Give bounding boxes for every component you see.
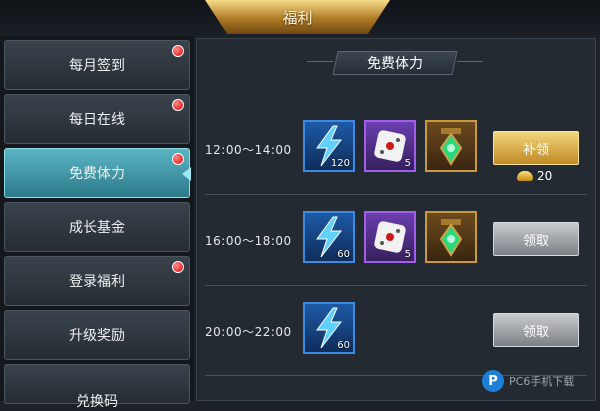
energy-lightning-icon[interactable]: 60 (303, 211, 355, 263)
notification-dot-icon (172, 99, 184, 111)
dice-icon[interactable]: 5 (364, 211, 416, 263)
sidebar-item-monthly-signin[interactable]: 每月签到 (4, 40, 190, 90)
sidebar-item-label: 每月签到 (69, 58, 125, 74)
item-quantity: 5 (404, 158, 411, 169)
reward-row: 20:00～22:00 60 领取 (197, 289, 595, 377)
green-gem-lantern-icon[interactable] (425, 211, 477, 263)
sidebar-item-growth-fund[interactable]: 成长基金 (4, 202, 190, 252)
gold-ingot-icon (517, 171, 533, 181)
item-quantity: 60 (337, 340, 350, 351)
row-divider (205, 194, 587, 195)
item-quantity: 120 (330, 158, 350, 169)
notification-dot-icon (172, 45, 184, 57)
sidebar-item-label: 免费体力 (69, 166, 125, 182)
watermark-text: PC6手机下载 (509, 375, 575, 388)
sidebar-item-redeem-code[interactable]: 兑换码 (4, 364, 190, 410)
sidebar-item-daily-online[interactable]: 每日在线 (4, 94, 190, 144)
row-divider (205, 285, 587, 286)
green-gem-lantern-icon[interactable] (425, 120, 477, 172)
cost-value: 20 (537, 169, 553, 183)
dice-icon[interactable]: 5 (364, 120, 416, 172)
window-title-tab: 福利 (205, 0, 390, 34)
time-slot: 20:00～22:00 (205, 325, 292, 339)
window-title: 福利 (282, 8, 313, 27)
reclaim-button[interactable]: 补领 (493, 131, 579, 165)
sidebar-item-login-bonus[interactable]: 登录福利 (4, 256, 190, 306)
reward-row: 16:00～18:00 60 5 领取 (197, 198, 595, 286)
header-divider-right (457, 61, 483, 62)
item-quantity: 60 (337, 249, 350, 260)
panel-title: 免费体力 (367, 56, 423, 72)
sidebar-item-level-reward[interactable]: 升级奖励 (4, 310, 190, 360)
sidebar-item-free-stamina[interactable]: 免费体力 (4, 148, 191, 198)
time-slot: 12:00～14:00 (205, 143, 292, 157)
notification-dot-icon (172, 261, 184, 273)
sidebar-item-label: 兑换码 (76, 394, 118, 410)
header-divider-left (307, 61, 333, 62)
reclaim-cost: 20 (517, 169, 552, 183)
energy-lightning-icon[interactable]: 60 (303, 302, 355, 354)
sidebar-item-label: 登录福利 (69, 274, 125, 290)
item-quantity: 5 (404, 249, 411, 260)
sidebar: 每月签到 每日在线 免费体力 成长基金 登录福利 升级奖励 兑换码 (0, 36, 194, 410)
energy-lightning-icon[interactable]: 120 (303, 120, 355, 172)
sidebar-item-label: 成长基金 (69, 220, 125, 236)
watermark: P PC6手机下载 (482, 366, 598, 396)
main-panel: 免费体力 12:00～14:00 120 5 补领 20 16:00～18:00… (196, 38, 596, 401)
notification-dot-icon (172, 153, 184, 165)
claim-button[interactable]: 领取 (493, 313, 579, 347)
claim-button[interactable]: 领取 (493, 222, 579, 256)
panel-header: 免费体力 (332, 51, 458, 75)
sidebar-item-label: 每日在线 (69, 112, 125, 128)
reward-row: 12:00～14:00 120 5 补领 20 (197, 107, 595, 195)
watermark-logo-icon: P (482, 370, 504, 392)
sidebar-item-label: 升级奖励 (69, 328, 125, 344)
time-slot: 16:00～18:00 (205, 234, 292, 248)
